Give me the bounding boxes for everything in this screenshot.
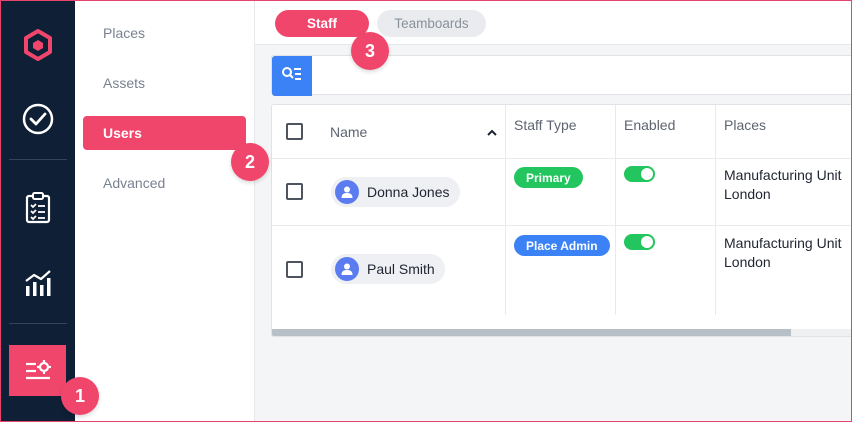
place-line: London bbox=[724, 254, 771, 270]
avatar-person-icon bbox=[335, 180, 359, 204]
row-checkbox[interactable] bbox=[286, 183, 303, 200]
user-name: Paul Smith bbox=[367, 261, 435, 277]
place-cell: Manufacturing Unit London bbox=[724, 234, 851, 272]
column-header-staff-type[interactable]: Staff Type bbox=[514, 117, 577, 133]
subnav-item-assets[interactable]: Assets bbox=[83, 66, 246, 100]
enabled-toggle[interactable] bbox=[624, 234, 655, 250]
row-divider bbox=[272, 225, 851, 226]
column-divider bbox=[615, 105, 616, 315]
subnav-item-users[interactable]: Users bbox=[83, 116, 246, 150]
subnav-item-label: Users bbox=[103, 125, 142, 141]
place-line: Manufacturing Unit bbox=[724, 235, 842, 251]
settings-subnav: Places Assets Users Advanced bbox=[75, 1, 255, 421]
avatar-person-icon bbox=[335, 257, 359, 281]
user-chip[interactable]: Donna Jones bbox=[331, 177, 460, 207]
column-header-name[interactable]: Name bbox=[330, 124, 367, 140]
subnav-item-advanced[interactable]: Advanced bbox=[83, 166, 246, 200]
row-divider bbox=[272, 158, 851, 159]
enabled-toggle[interactable] bbox=[624, 166, 655, 182]
users-table: Name Staff Type Enabled Places Donna Jon… bbox=[271, 104, 851, 337]
column-divider bbox=[715, 105, 716, 315]
subnav-item-label: Advanced bbox=[103, 175, 166, 191]
filter-list-button[interactable] bbox=[272, 56, 312, 96]
sort-ascending-icon[interactable] bbox=[486, 125, 498, 143]
rail-divider bbox=[9, 323, 67, 324]
main-rail bbox=[1, 1, 75, 421]
step-marker-2: 2 bbox=[231, 143, 269, 181]
column-header-places[interactable]: Places bbox=[724, 117, 766, 133]
subnav-item-label: Assets bbox=[103, 75, 146, 91]
select-all-checkbox[interactable] bbox=[286, 123, 303, 140]
app-window: Places Assets Users Advanced Staff Teamb… bbox=[0, 0, 852, 422]
step-marker-3: 3 bbox=[351, 32, 389, 70]
user-name: Donna Jones bbox=[367, 184, 450, 200]
user-chip[interactable]: Paul Smith bbox=[331, 254, 445, 284]
logo-hexagon-icon[interactable] bbox=[1, 17, 75, 73]
place-line: London bbox=[724, 186, 771, 202]
column-divider bbox=[505, 105, 506, 315]
clipboard-checklist-icon[interactable] bbox=[1, 180, 75, 236]
rail-divider bbox=[9, 159, 67, 160]
horizontal-scrollbar[interactable] bbox=[272, 329, 851, 336]
subnav-item-places[interactable]: Places bbox=[83, 16, 246, 50]
column-header-enabled[interactable]: Enabled bbox=[624, 117, 675, 133]
search-filter-icon bbox=[281, 66, 303, 87]
staff-type-badge: Place Admin bbox=[514, 235, 610, 256]
subnav-item-label: Places bbox=[103, 25, 146, 41]
tab-teamboards[interactable]: Teamboards bbox=[377, 10, 486, 37]
place-cell: Manufacturing Unit London bbox=[724, 166, 851, 204]
step-marker-1: 1 bbox=[61, 377, 99, 415]
scrollbar-thumb[interactable] bbox=[272, 329, 791, 336]
analytics-chart-icon[interactable] bbox=[1, 255, 75, 311]
place-line: Manufacturing Unit bbox=[724, 167, 842, 183]
tab-staff[interactable]: Staff bbox=[275, 10, 369, 37]
tab-bar: Staff Teamboards bbox=[255, 1, 851, 45]
row-checkbox[interactable] bbox=[286, 261, 303, 278]
staff-type-badge: Primary bbox=[514, 167, 583, 188]
settings-sliders-icon[interactable] bbox=[9, 345, 66, 396]
check-circle-icon[interactable] bbox=[1, 91, 75, 147]
